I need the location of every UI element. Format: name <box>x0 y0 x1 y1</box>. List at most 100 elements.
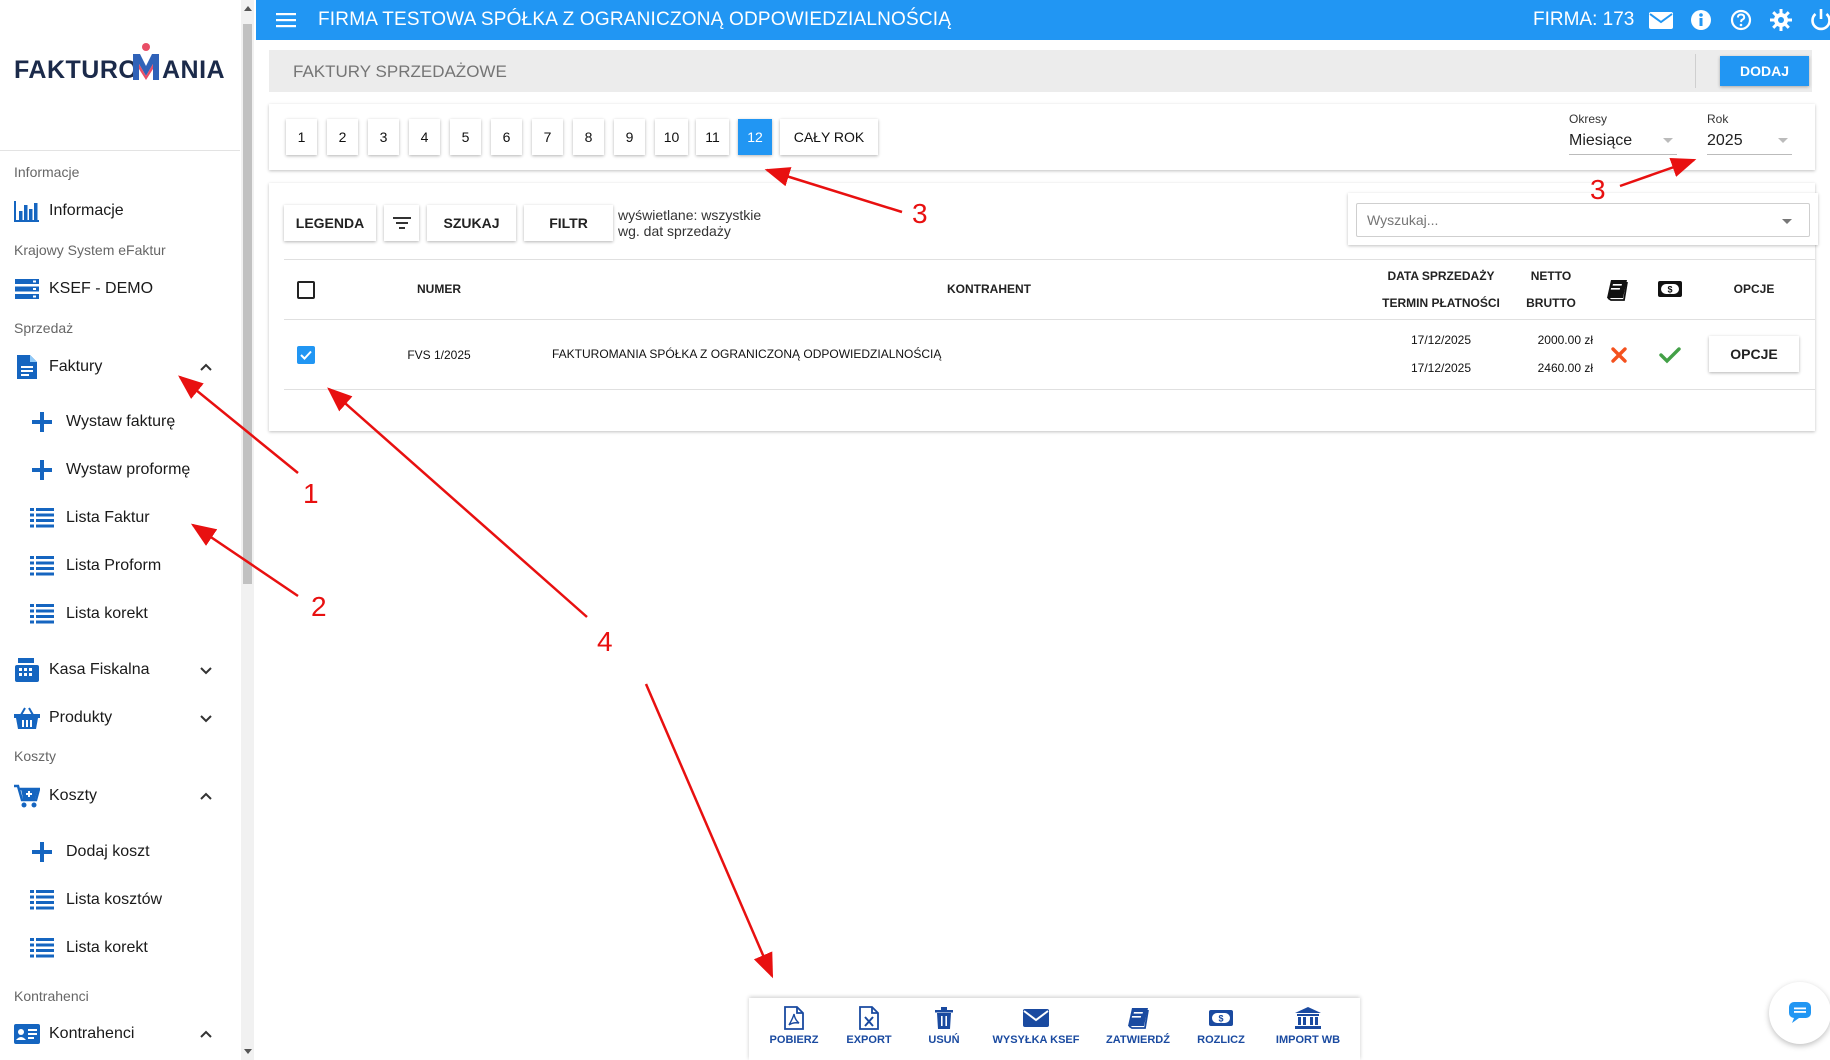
firma-id-label: FIRMA: 173 <box>1533 9 1635 30</box>
month-button-5[interactable]: 5 <box>450 119 481 155</box>
column-header-termin-platnosci[interactable]: TERMIN PŁATNOŚCI <box>1376 296 1506 310</box>
pdf-icon <box>781 1006 807 1030</box>
whole-year-button[interactable]: CAŁY ROK <box>780 119 878 155</box>
filter-lines-icon <box>392 217 411 229</box>
rok-select[interactable]: 2025 <box>1707 132 1743 150</box>
month-button-10[interactable]: 10 <box>655 119 688 155</box>
column-header-kontrahent[interactable]: KONTRAHENT <box>899 282 1079 296</box>
chevron-down-icon[interactable] <box>198 710 214 726</box>
chevron-up-icon[interactable] <box>198 359 214 375</box>
rok-underline <box>1707 154 1792 155</box>
sidebar-item-ksef-demo[interactable]: KSEF - DEMO <box>14 272 224 306</box>
month-button-12[interactable]: 12 <box>738 119 772 155</box>
money-icon: $ <box>1658 281 1682 297</box>
month-button-8[interactable]: 8 <box>573 119 604 155</box>
chat-button[interactable] <box>1769 982 1830 1044</box>
row-checkbox[interactable] <box>297 346 315 364</box>
section-label-informacje: Informacje <box>14 164 80 180</box>
filter-list-button[interactable] <box>384 205 419 241</box>
month-button-6[interactable]: 6 <box>491 119 522 155</box>
legend-button[interactable]: LEGENDA <box>284 205 376 241</box>
action-rozlicz[interactable]: $ ROZLICZ <box>1191 1006 1251 1054</box>
column-header-brutto[interactable]: BRUTTO <box>1511 296 1591 310</box>
sidebar-item-faktury[interactable]: Faktury <box>14 350 224 384</box>
cell-data-sprzedazy: 17/12/2025 <box>1410 333 1472 347</box>
column-header-opcje: OPCJE <box>1733 282 1775 296</box>
action-export[interactable]: EXPORT <box>841 1006 897 1054</box>
action-wysylka-ksef[interactable]: WYSYŁKA KSEF <box>989 1006 1083 1054</box>
column-header-numer[interactable]: NUMER <box>387 282 491 296</box>
sidebar-item-wystaw-fakture[interactable]: Wystaw fakturę <box>30 405 230 439</box>
info-icon[interactable] <box>1689 9 1713 31</box>
select-all-checkbox[interactable] <box>297 281 315 299</box>
search-input[interactable] <box>1356 203 1810 237</box>
caret-down-icon[interactable] <box>1778 138 1788 143</box>
search-button[interactable]: SZUKAJ <box>427 205 516 241</box>
gear-icon[interactable] <box>1769 9 1793 31</box>
chevron-up-icon[interactable] <box>198 1026 214 1042</box>
mail-icon[interactable] <box>1649 9 1673 31</box>
sidebar-divider <box>0 150 240 151</box>
month-button-9[interactable]: 9 <box>614 119 645 155</box>
sidebar-item-informacje[interactable]: Informacje <box>14 194 224 228</box>
trash-icon <box>931 1006 957 1030</box>
sidebar-item-lista-kosztow[interactable]: Lista kosztów <box>30 883 230 917</box>
month-button-4[interactable]: 4 <box>409 119 440 155</box>
action-label: USUŃ <box>928 1034 960 1046</box>
sidebar-item-kasa-fiskalna[interactable]: Kasa Fiskalna <box>14 653 224 687</box>
sidebar-item-label: KSEF - DEMO <box>49 280 154 297</box>
month-button-3[interactable]: 3 <box>368 119 399 155</box>
action-usun[interactable]: USUŃ <box>921 1006 967 1054</box>
cell-numer[interactable]: FVS 1/2025 <box>387 348 491 362</box>
caret-down-icon[interactable] <box>1663 138 1673 143</box>
sidebar-scrollbar[interactable] <box>241 0 254 1060</box>
sidebar: FAKTURO ANIA Informacje Informacje Krajo… <box>0 0 240 1060</box>
sidebar-item-lista-korekt-koszty[interactable]: Lista korekt <box>30 931 230 965</box>
action-import-wb[interactable]: IMPORT WB <box>1271 1006 1345 1054</box>
sidebar-item-label: Lista Faktur <box>66 509 150 526</box>
table-top-divider <box>284 259 1815 260</box>
sidebar-item-kontrahenci[interactable]: Kontrahenci <box>14 1017 224 1051</box>
sidebar-item-dodaj-koszt[interactable]: Dodaj koszt <box>30 835 230 869</box>
scroll-down-arrow-icon[interactable] <box>244 1049 252 1054</box>
sidebar-item-koszty[interactable]: Koszty <box>14 779 224 813</box>
power-icon[interactable] <box>1809 9 1830 31</box>
row-options-button[interactable]: OPCJE <box>1709 336 1799 372</box>
action-label: IMPORT WB <box>1275 1034 1341 1046</box>
filter-button[interactable]: FILTR <box>524 205 613 241</box>
action-zatwierdz[interactable]: ZATWIERDŹ <box>1103 1006 1173 1054</box>
check-icon[interactable] <box>1659 346 1681 364</box>
sidebar-item-lista-korekt[interactable]: Lista korekt <box>30 597 230 631</box>
month-button-1[interactable]: 1 <box>286 119 317 155</box>
hamburger-menu-icon[interactable] <box>276 10 298 30</box>
scroll-up-arrow-icon[interactable] <box>244 6 252 11</box>
plus-icon <box>30 458 54 482</box>
annotation-number-2: 2 <box>311 591 327 622</box>
sidebar-item-wystaw-proforme[interactable]: Wystaw proformę <box>30 453 230 487</box>
close-x-icon[interactable] <box>1610 346 1628 364</box>
sidebar-item-produkty[interactable]: Produkty <box>14 701 224 735</box>
list-icon <box>30 602 54 626</box>
column-header-netto[interactable]: NETTO <box>1511 269 1591 283</box>
action-pobierz[interactable]: POBIERZ <box>761 1006 827 1054</box>
sidebar-item-label: Wystaw proformę <box>66 461 191 478</box>
okresy-select[interactable]: Miesiące <box>1569 132 1632 150</box>
month-button-11[interactable]: 11 <box>696 119 729 155</box>
chevron-up-icon[interactable] <box>198 788 214 804</box>
sidebar-item-lista-proform[interactable]: Lista Proform <box>30 549 230 583</box>
help-icon[interactable] <box>1729 9 1753 31</box>
month-button-2[interactable]: 2 <box>327 119 358 155</box>
fakturomania-logo[interactable]: FAKTURO ANIA <box>14 40 225 90</box>
add-invoice-button[interactable]: DODAJ <box>1720 56 1809 86</box>
annotation-arrow-4b <box>644 683 774 979</box>
month-button-7[interactable]: 7 <box>532 119 563 155</box>
checkmark-icon <box>300 350 312 360</box>
okresy-label: Okresy <box>1569 112 1608 126</box>
column-header-data-sprzedazy[interactable]: DATA SPRZEDAŻY <box>1376 269 1506 283</box>
sidebar-item-lista-faktur[interactable]: Lista Faktur <box>30 501 230 535</box>
chevron-down-icon[interactable] <box>198 662 214 678</box>
search-caret-down-icon[interactable] <box>1782 219 1792 224</box>
scrollbar-thumb[interactable] <box>243 24 252 584</box>
sidebar-item-label: Wystaw fakturę <box>66 413 176 430</box>
display-info-line2: wg. dat sprzedaży <box>618 223 731 239</box>
